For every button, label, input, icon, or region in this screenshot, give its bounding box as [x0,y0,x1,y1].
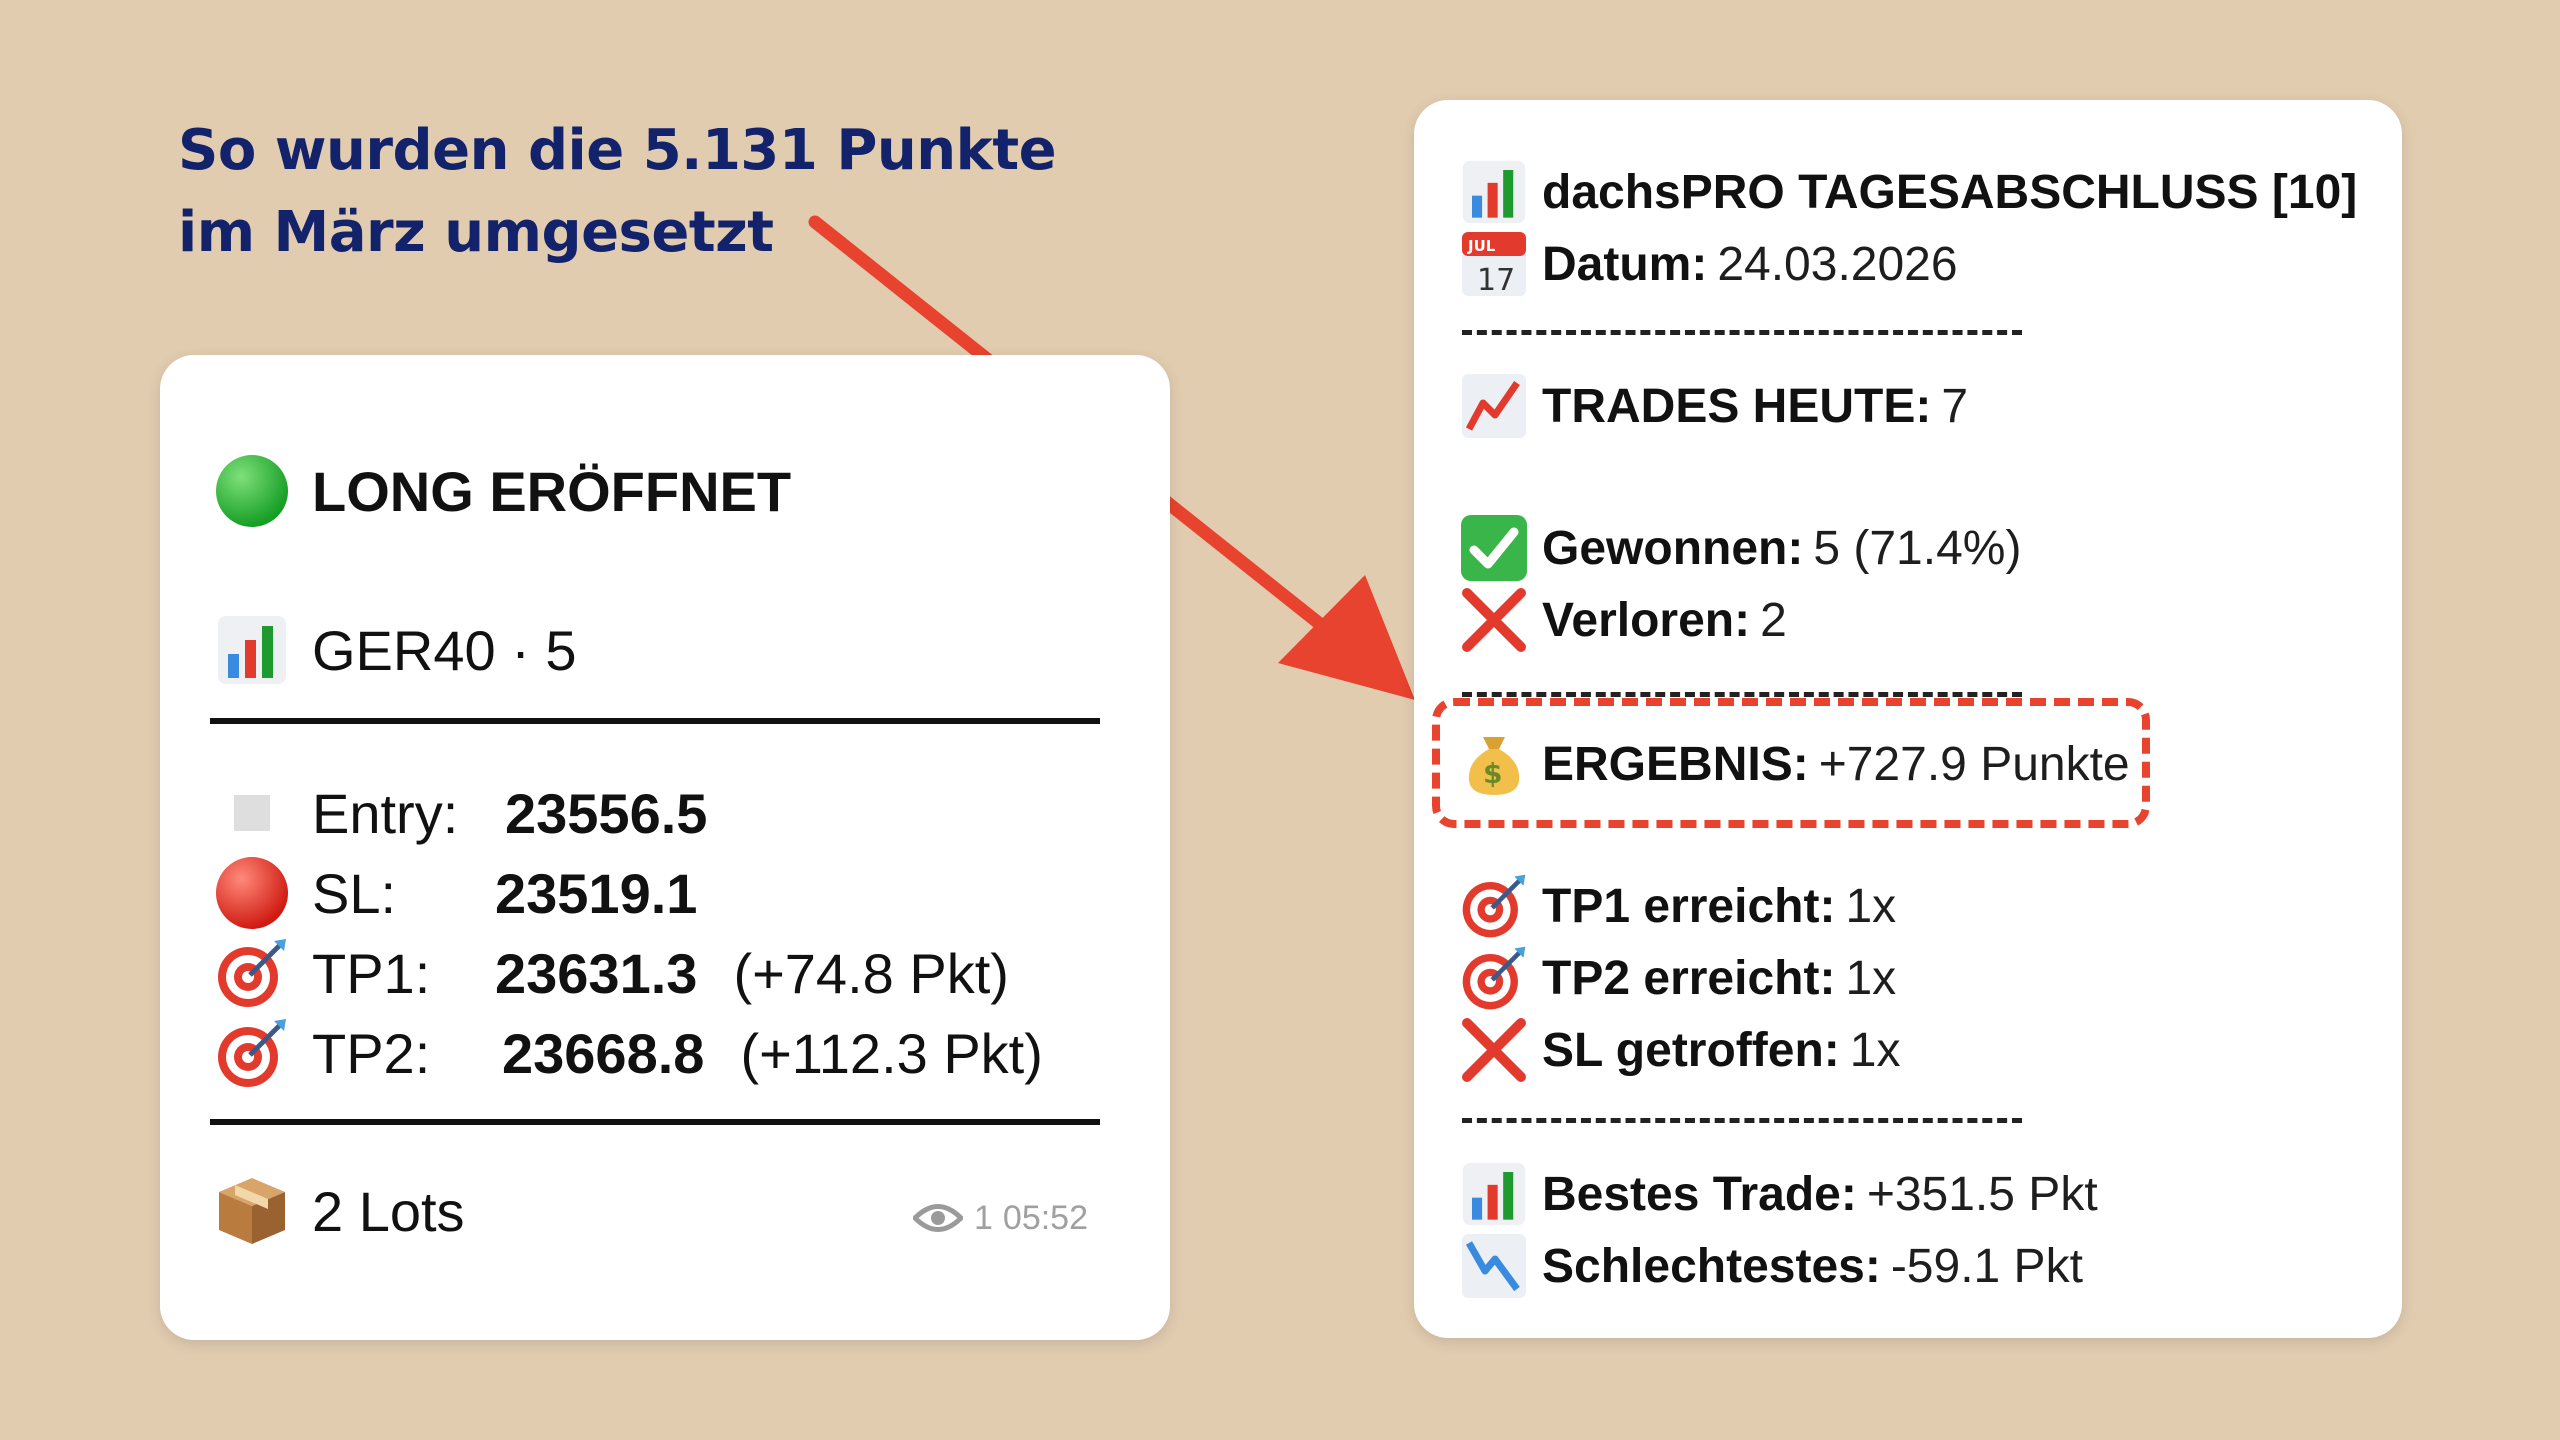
result-label: ERGEBNIS: [1542,737,1809,791]
won-row: Gewonnen: 5 (71.4%) [1458,512,2021,584]
money-bag-icon: $ [1458,728,1530,800]
won-value: 5 (71.4%) [1813,521,2022,575]
entry-value: 23556.5 [505,781,708,845]
cross-mark-icon [1458,584,1530,656]
summary-title: dachsPRO TAGESABSCHLUSS [10] [1542,165,2358,219]
chart-decreasing-icon [1458,1230,1530,1302]
sl-row: SL: 23519.1 [212,853,697,933]
bar-chart-icon [212,610,292,690]
divider [210,718,1100,724]
check-mark-icon [1458,512,1530,584]
result-row: $ ERGEBNIS: +727.9 Punkte [1458,728,2130,800]
tp1-row: TP1: 23631.3 (+74.8 Pkt) [212,933,1009,1013]
tp1-value: 23631.3 [495,941,698,1005]
tp1-diff: (+74.8 Pkt) [733,941,1009,1005]
tp1-label: TP1: [312,941,431,1005]
tp1-reached-row: TP1 erreicht: 1x [1458,870,1896,942]
lost-label: Verloren: [1542,593,1751,647]
separator [1462,330,2022,335]
tp2-reached-label: TP2 erreicht: [1542,951,1836,1005]
trades-row: TRADES HEUTE: 7 [1458,370,1968,442]
tp2-label: TP2: [312,1021,431,1085]
target-icon [1458,870,1530,942]
views-count: 1 [974,1198,993,1237]
entry-label: Entry: [312,781,459,845]
lots-label: 2 Lots [312,1179,465,1243]
lots-row: 2 Lots [212,1163,465,1259]
tp2-reached-row: TP2 erreicht: 1x [1458,942,1896,1014]
signal-title-row: LONG ERÖFFNET [212,443,791,539]
views-meta: 1 05:52 [912,1198,1088,1238]
worst-trade-value: -59.1 Pkt [1890,1239,2083,1293]
sl-label: SL: [312,861,397,925]
separator [1462,692,2022,697]
white-square-icon [212,773,292,853]
summary-card: dachsPRO TAGESABSCHLUSS [10] JUL 17 Datum… [1414,100,2402,1338]
bar-chart-icon [1458,156,1530,228]
bar-chart-icon [1458,1158,1530,1230]
sl-hit-row: SL getroffen: 1x [1458,1014,1900,1086]
worst-trade-row: Schlechtestes: -59.1 Pkt [1458,1230,2083,1302]
target-icon [212,1013,292,1093]
tp2-diff: (+112.3 Pkt) [740,1021,1043,1085]
lost-value: 2 [1760,593,1787,647]
green-circle-icon [212,451,292,531]
tp2-reached-value: 1x [1845,951,1897,1005]
trades-label: TRADES HEUTE: [1542,379,1932,433]
instrument-label: GER40 · 5 [312,618,577,682]
date-row: JUL 17 Datum: 24.03.2026 [1458,228,1958,300]
best-trade-value: +351.5 Pkt [1866,1167,2098,1221]
date-value: 24.03.2026 [1717,237,1958,291]
result-value: +727.9 Punkte [1818,737,2130,791]
date-label: Datum: [1542,237,1708,291]
entry-row: Entry: 23556.5 [212,773,707,853]
trades-value: 7 [1941,379,1969,433]
tp1-reached-value: 1x [1845,879,1897,933]
message-time: 05:52 [1002,1198,1089,1237]
sl-hit-label: SL getroffen: [1542,1023,1840,1077]
red-circle-icon [212,853,292,933]
calendar-month: JUL [1467,237,1496,255]
worst-trade-label: Schlechtestes: [1542,1239,1881,1293]
chart-increasing-icon [1458,370,1530,442]
target-icon [212,933,292,1013]
best-trade-row: Bestes Trade: +351.5 Pkt [1458,1158,2098,1230]
separator [1462,1118,2022,1123]
won-label: Gewonnen: [1542,521,1804,575]
cross-mark-icon [1458,1014,1530,1086]
target-icon [1458,942,1530,1014]
divider [210,1119,1100,1125]
instrument-row: GER40 · 5 [212,602,577,698]
summary-title-row: dachsPRO TAGESABSCHLUSS [10] [1458,156,2357,228]
package-icon [212,1171,292,1251]
tp2-value: 23668.8 [502,1021,705,1085]
signal-card: LONG ERÖFFNET GER40 · 5 Entry: 23556.5 S… [160,355,1170,1340]
eye-icon [912,1198,964,1238]
tp1-reached-label: TP1 erreicht: [1542,879,1836,933]
best-trade-label: Bestes Trade: [1542,1167,1857,1221]
tp2-row: TP2: 23668.8 (+112.3 Pkt) [212,1013,1043,1093]
calendar-icon: JUL 17 [1458,228,1530,300]
sl-value: 23519.1 [495,861,698,925]
sl-hit-value: 1x [1849,1023,1901,1077]
svg-text:$: $ [1483,757,1502,790]
signal-title: LONG ERÖFFNET [312,459,792,523]
calendar-day: 17 [1477,263,1515,298]
lost-row: Verloren: 2 [1458,584,1787,656]
